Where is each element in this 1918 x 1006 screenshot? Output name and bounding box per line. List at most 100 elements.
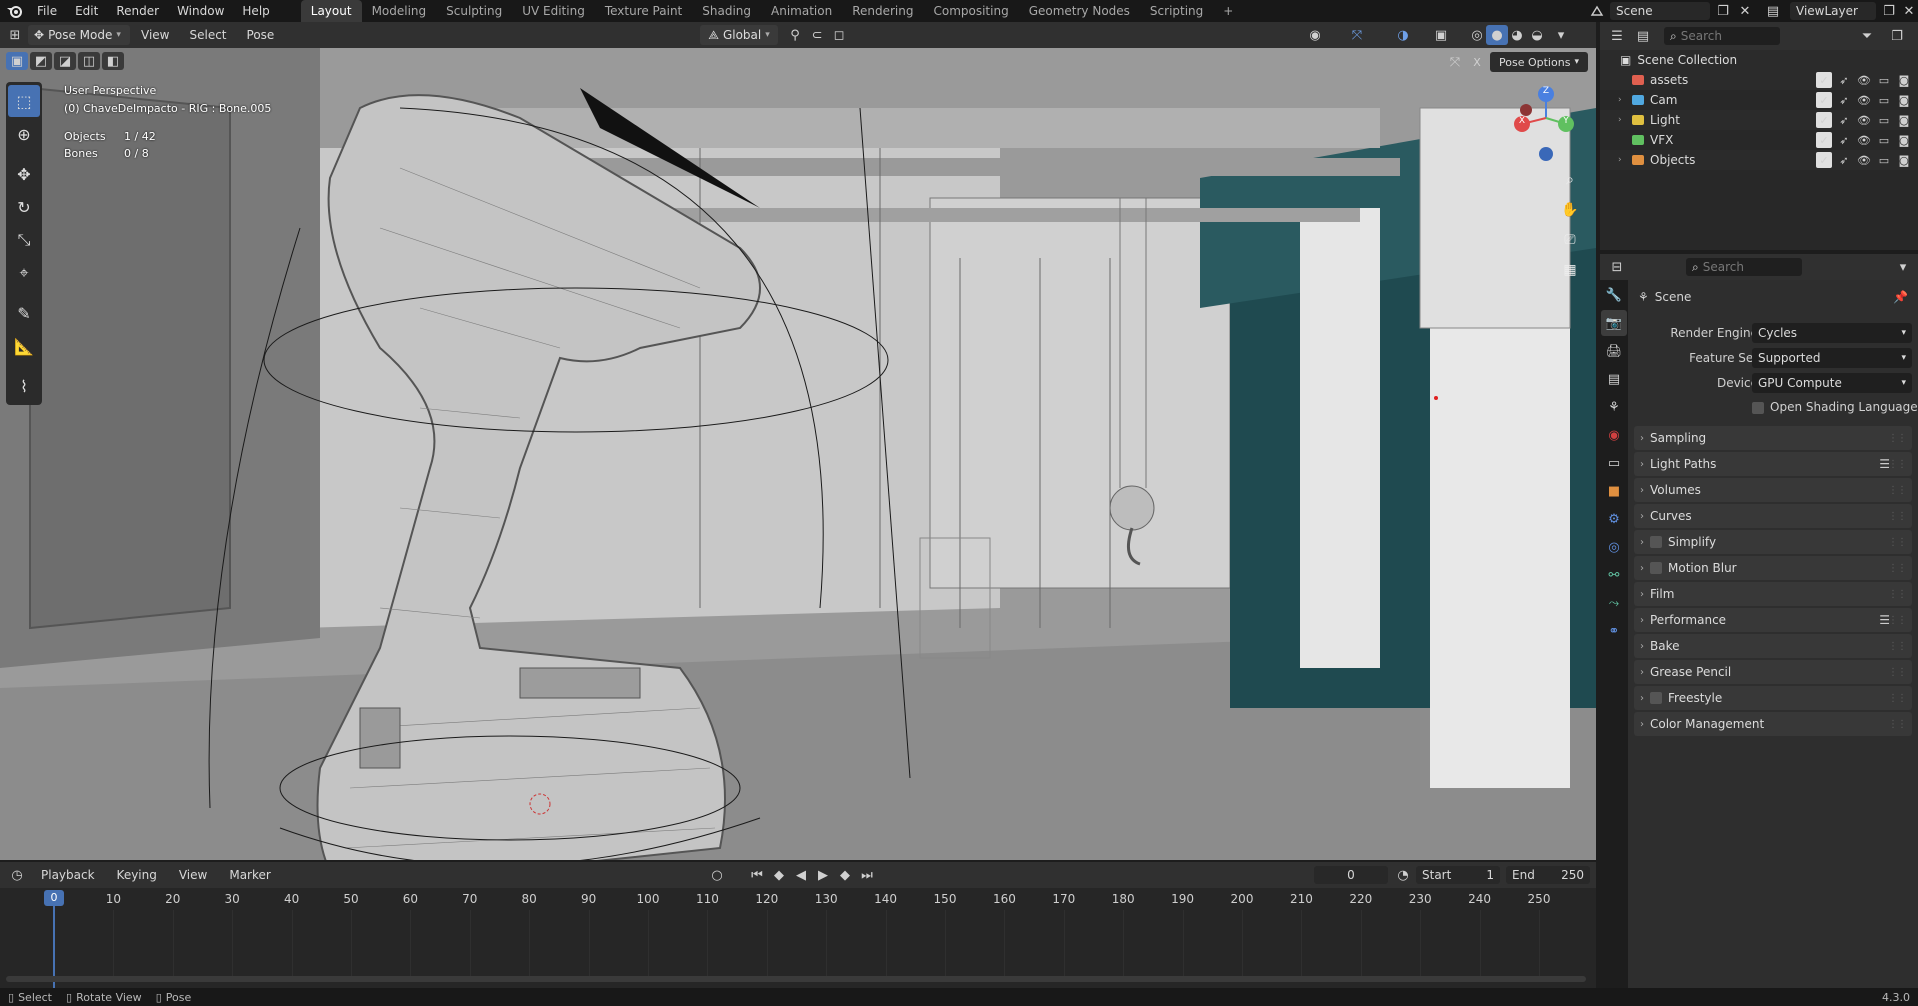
shading-wireframe-icon[interactable]: ◎ [1466, 25, 1488, 45]
delete-viewlayer-icon[interactable]: ✕ [1898, 1, 1918, 21]
properties-editor-type-icon[interactable]: ⊟ [1606, 257, 1628, 277]
frame-tick-label[interactable]: 160 [993, 892, 1016, 906]
camera-view-icon[interactable]: ⎚ [1556, 226, 1584, 254]
eye-icon[interactable]: 👁 [1856, 132, 1872, 148]
panel-bake[interactable]: › Bake ⋮⋮ [1634, 634, 1912, 658]
tab-texture-paint[interactable]: Texture Paint [595, 0, 692, 22]
frame-tick-label[interactable]: 30 [225, 892, 240, 906]
exclude-checkbox[interactable]: ✓ [1816, 152, 1832, 168]
measure-tool-icon[interactable]: 📐 [8, 330, 40, 362]
selectable-arrow-icon[interactable]: ➶ [1836, 112, 1852, 128]
tool-tab-icon[interactable]: 🔧 [1601, 282, 1627, 308]
exclude-checkbox[interactable]: ✓ [1816, 92, 1832, 108]
outliner-row-cam[interactable]: › Cam ✓ ➶ 👁 ▭ ◙ [1600, 90, 1918, 110]
menu-help[interactable]: Help [233, 0, 278, 22]
exclude-checkbox[interactable]: ✓ [1816, 72, 1832, 88]
collection-tab-icon[interactable]: ▭ [1601, 450, 1627, 476]
menu-timeline-view[interactable]: View [170, 864, 216, 886]
pose-options-dropdown[interactable]: Pose Options ▾ [1490, 52, 1588, 72]
menu-playback[interactable]: Playback [32, 864, 104, 886]
panel-simplify[interactable]: › Simplify ⋮⋮ [1634, 530, 1912, 554]
scene-icon[interactable] [1586, 2, 1608, 20]
viewport-monitor-icon[interactable]: ▭ [1876, 112, 1892, 128]
tab-compositing[interactable]: Compositing [923, 0, 1018, 22]
frame-tick-label[interactable]: 110 [696, 892, 719, 906]
eye-icon[interactable]: 👁 [1856, 152, 1872, 168]
expand-chevron-icon[interactable]: › [1618, 95, 1632, 105]
frame-tick-label[interactable]: 80 [522, 892, 537, 906]
frame-tick-label[interactable]: 50 [343, 892, 358, 906]
editor-type-icon[interactable]: ⊞ [4, 25, 26, 45]
view-layer-tab-icon[interactable]: ▤ [1601, 366, 1627, 392]
world-tab-icon[interactable]: ◉ [1601, 422, 1627, 448]
chevron-down-icon[interactable]: ▾ [1892, 257, 1914, 277]
timeline-scrollbar[interactable] [6, 976, 1586, 982]
frame-tick-label[interactable]: 120 [755, 892, 778, 906]
menu-select[interactable]: Select [180, 24, 235, 46]
proportional-icon[interactable]: ◻ [828, 25, 850, 45]
bone-tab-icon[interactable]: ⚭ [1601, 618, 1627, 644]
current-frame-field[interactable]: 0 [1314, 866, 1388, 884]
tab-rendering[interactable]: Rendering [842, 0, 923, 22]
panel-freestyle[interactable]: › Freestyle ⋮⋮ [1634, 686, 1912, 710]
menu-marker[interactable]: Marker [220, 864, 279, 886]
panel-toggle-checkbox[interactable] [1650, 562, 1662, 574]
outliner-row-assets[interactable]: assets ✓ ➶ 👁 ▭ ◙ [1600, 70, 1918, 90]
constraints-tab-icon[interactable]: ⚯ [1601, 562, 1627, 588]
render-camera-icon[interactable]: ◙ [1896, 132, 1912, 148]
transform-tool-icon[interactable]: ⌖ [8, 257, 40, 289]
frame-tick-label[interactable]: 140 [874, 892, 897, 906]
panel-film[interactable]: › Film ⋮⋮ [1634, 582, 1912, 606]
select-new-icon[interactable]: ▣ [6, 52, 28, 70]
frame-tick-label[interactable]: 200 [1231, 892, 1254, 906]
panel-performance[interactable]: › Performance ☰ ⋮⋮ [1634, 608, 1912, 632]
snap-icon[interactable]: ⊂ [806, 25, 828, 45]
timeline-editor-type-icon[interactable]: ◷ [6, 865, 28, 885]
viewport-monitor-icon[interactable]: ▭ [1876, 72, 1892, 88]
new-collection-icon[interactable]: ❐ [1886, 26, 1908, 46]
tab-uv-editing[interactable]: UV Editing [512, 0, 595, 22]
add-workspace-button[interactable]: + [1213, 0, 1243, 22]
gizmo-z-label[interactable]: Z [1541, 86, 1551, 96]
rotate-tool-icon[interactable]: ↻ [8, 191, 40, 223]
start-frame-field[interactable]: Start 1 [1416, 866, 1500, 884]
outliner-editor-type-icon[interactable]: ☰ [1606, 26, 1628, 46]
x-mirror-toggle[interactable]: X [1466, 52, 1488, 72]
shading-material-icon[interactable]: ◕ [1506, 25, 1528, 45]
xray-icon[interactable]: ▣ [1430, 25, 1452, 45]
zoom-icon[interactable]: ⌕ [1556, 166, 1584, 194]
select-invert-icon[interactable]: ◫ [78, 52, 100, 70]
visibility-icon[interactable]: ◉ [1304, 25, 1326, 45]
drag-grip-icon[interactable]: ⋮⋮ [1888, 693, 1907, 704]
drag-grip-icon[interactable]: ⋮⋮ [1888, 537, 1907, 548]
selectable-arrow-icon[interactable]: ➶ [1836, 72, 1852, 88]
mode-dropdown[interactable]: ✥ Pose Mode ▾ [28, 25, 130, 45]
feature-set-dropdown[interactable]: Supported ▾ [1752, 348, 1912, 368]
panel-light-paths[interactable]: › Light Paths ☰ ⋮⋮ [1634, 452, 1912, 476]
menu-edit[interactable]: Edit [66, 0, 107, 22]
panel-color-management[interactable]: › Color Management ⋮⋮ [1634, 712, 1912, 736]
blender-logo-icon[interactable] [0, 1, 28, 21]
filter-icon[interactable]: ⏷ [1856, 26, 1878, 46]
frame-tick-label[interactable]: 90 [581, 892, 596, 906]
scene-tab-icon[interactable]: ⚘ [1601, 394, 1627, 420]
shading-rendered-icon[interactable]: ◒ [1526, 25, 1548, 45]
play-reverse-icon[interactable]: ◀ [790, 865, 812, 885]
render-tab-icon[interactable]: 📷 [1601, 310, 1627, 336]
timeline-area[interactable]: 0 10 20 30 40 50 60 70 80 90 100 110 120 130 140 150 160… [0, 888, 1596, 988]
preview-range-icon[interactable]: ◔ [1392, 865, 1414, 885]
properties-search-input[interactable]: ⌕ Search [1686, 258, 1802, 276]
gizmo-x-label[interactable]: X [1517, 116, 1527, 126]
frame-tick-label[interactable]: 10 [106, 892, 121, 906]
select-box-tool-icon[interactable]: ⬚ [8, 85, 40, 117]
drag-grip-icon[interactable]: ⋮⋮ [1888, 563, 1907, 574]
selectable-arrow-icon[interactable]: ➶ [1836, 92, 1852, 108]
exclude-checkbox[interactable]: ✓ [1816, 112, 1832, 128]
pan-hand-icon[interactable]: ✋ [1556, 196, 1584, 224]
output-tab-icon[interactable]: 🖨 [1601, 338, 1627, 364]
drag-grip-icon[interactable]: ⋮⋮ [1888, 485, 1907, 496]
panel-curves[interactable]: › Curves ⋮⋮ [1634, 504, 1912, 528]
panel-volumes[interactable]: › Volumes ⋮⋮ [1634, 478, 1912, 502]
tab-animation[interactable]: Animation [761, 0, 842, 22]
frame-tick-label[interactable]: 230 [1409, 892, 1432, 906]
